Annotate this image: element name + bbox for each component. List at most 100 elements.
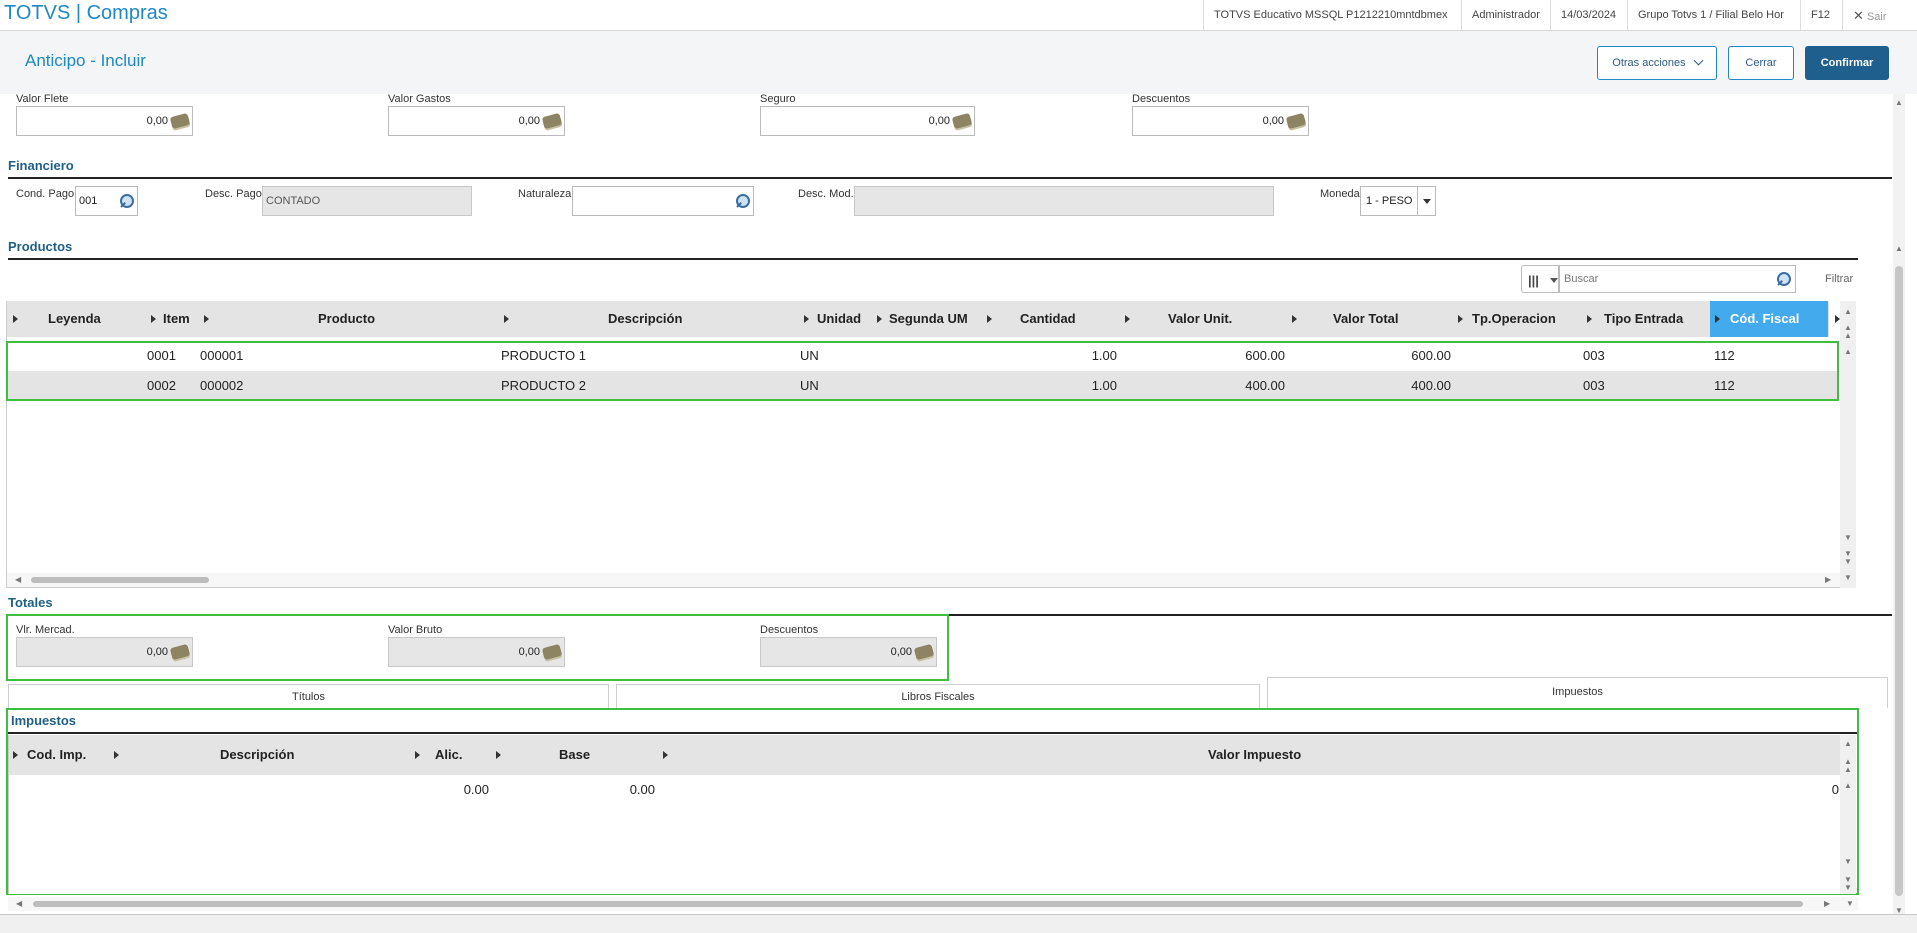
col-alic[interactable]: Alic. — [435, 735, 462, 775]
money-icon — [541, 112, 563, 130]
products-hscrollbar[interactable]: ◀ ▶ — [7, 573, 1841, 587]
sort-icon[interactable] — [1587, 315, 1592, 323]
col-producto[interactable]: Producto — [318, 301, 375, 337]
tab-impuestos[interactable]: Impuestos — [1267, 677, 1888, 708]
sort-icon[interactable] — [13, 751, 18, 759]
sort-icon[interactable] — [1125, 315, 1130, 323]
col-valor-impuesto[interactable]: Valor Impuesto — [1208, 735, 1301, 775]
sort-icon[interactable] — [415, 751, 420, 759]
sort-icon[interactable] — [1292, 315, 1297, 323]
naturaleza-label: Naturaleza — [518, 188, 572, 200]
col-cantidad[interactable]: Cantidad — [1020, 301, 1076, 337]
freight-field[interactable]: 0,00 — [16, 106, 193, 136]
insurance-label: Seguro — [760, 93, 796, 105]
columns-button[interactable]: ||| — [1521, 265, 1559, 293]
sort-icon[interactable] — [877, 315, 882, 323]
col-leyenda[interactable]: Leyenda — [48, 301, 101, 337]
branch-label[interactable]: Grupo Totvs 1 / Filial Belo Hor — [1627, 0, 1794, 31]
dropdown-icon[interactable] — [1417, 187, 1435, 215]
products-grid-header: Leyenda Item Producto Descripción Unidad… — [7, 301, 1840, 337]
col-valor-total[interactable]: Valor Total — [1333, 301, 1399, 337]
sort-icon — [1715, 315, 1720, 323]
col-item[interactable]: Item — [163, 301, 190, 337]
expenses-value: 0,00 — [518, 115, 540, 127]
tab-libros-fiscales[interactable]: Libros Fiscales — [616, 684, 1260, 708]
page-header: Anticipo - Incluir Otras acciones Cerrar… — [0, 31, 1917, 94]
sort-icon[interactable] — [496, 751, 501, 759]
filter-button[interactable]: Filtrar — [1825, 273, 1853, 285]
col-unidad[interactable]: Unidad — [817, 301, 861, 337]
sort-icon[interactable] — [13, 315, 18, 323]
cell-valor-impuesto: 0 — [1831, 782, 1839, 797]
col-base[interactable]: Base — [559, 735, 590, 775]
col-tipo-entrada[interactable]: Tipo Entrada — [1604, 301, 1683, 337]
col-cod-imp[interactable]: Cod. Imp. — [27, 735, 86, 775]
other-actions-button[interactable]: Otras acciones — [1597, 46, 1717, 80]
hscroll-thumb[interactable] — [33, 901, 1803, 907]
col-cod-fiscal-header[interactable]: Cód. Fiscal — [1710, 301, 1828, 337]
desc-mod-label: Desc. Mod. — [798, 188, 854, 200]
col-tp-operacion[interactable]: Tp.Operacion — [1472, 301, 1556, 337]
col-imp-descripcion[interactable]: Descripción — [220, 735, 294, 775]
exit-button[interactable]: ✕ Sair — [1842, 0, 1897, 31]
page-scrollbar[interactable]: ▲ ▲ ▼ — [1893, 94, 1905, 919]
vlr-mercad-field: 0,00 — [16, 637, 193, 667]
totales-descuentos-field: 0,00 — [760, 637, 937, 667]
expenses-field[interactable]: 0,00 — [388, 106, 565, 136]
freight-label: Valor Flete — [16, 93, 69, 105]
col-descripcion[interactable]: Descripción — [608, 301, 682, 337]
totales-descuentos-value: 0,00 — [890, 646, 912, 658]
impuestos-vscrollbar[interactable]: ▲ ▲ ▲ ▲ ▼ ▼ ▼ — [1840, 735, 1856, 894]
environment-label: TOTVS Educativo MSSQL P1212210mntdbmex — [1203, 0, 1458, 31]
cond-pago-field[interactable]: 001 — [75, 186, 138, 216]
cell-base: 0.00 — [629, 782, 655, 797]
page-scrollbar-thumb[interactable] — [1895, 266, 1903, 896]
bottom-frame — [0, 914, 1917, 933]
tab-titulos[interactable]: Títulos — [8, 684, 609, 708]
section-divider — [8, 177, 1892, 179]
search-icon[interactable] — [736, 194, 750, 208]
col-valor-unit[interactable]: Valor Unit. — [1168, 301, 1232, 337]
cond-pago-label: Cond. Pago — [16, 188, 75, 200]
insurance-field[interactable]: 0,00 — [760, 106, 975, 136]
productos-title: Productos — [8, 239, 73, 254]
expenses-label: Valor Gastos — [388, 93, 451, 105]
naturaleza-field[interactable] — [572, 186, 754, 216]
discounts-field[interactable]: 0,00 — [1132, 106, 1309, 136]
search-input[interactable]: Buscar — [1559, 265, 1796, 293]
money-icon — [169, 643, 191, 661]
other-actions-label: Otras acciones — [1612, 57, 1686, 69]
products-vscrollbar[interactable]: ▲ ▲ ▲ ▲ ▼ ▼ ▼ ▼ — [1840, 301, 1856, 588]
hscroll-thumb[interactable] — [31, 577, 209, 583]
user-label: Administrador — [1461, 0, 1550, 31]
sort-icon[interactable] — [204, 315, 209, 323]
sort-icon[interactable] — [504, 315, 509, 323]
discounts-label: Descuentos — [1132, 93, 1191, 105]
f12-shortcut[interactable]: F12 — [1800, 0, 1840, 31]
app-title: TOTVS | Compras — [4, 2, 168, 24]
table-row[interactable]: 0.00 0.00 0 — [9, 775, 1841, 805]
col-cod-fiscal: Cód. Fiscal — [1730, 311, 1800, 326]
impuestos-grid: Cod. Imp. Descripción Alic. Base Valor I… — [8, 735, 1841, 894]
sort-icon[interactable] — [1458, 315, 1463, 323]
sort-icon[interactable] — [804, 315, 809, 323]
moneda-value: 1 - PESO — [1366, 195, 1413, 207]
sort-icon[interactable] — [663, 751, 668, 759]
financiero-title: Financiero — [8, 158, 74, 173]
impuestos-hscrollbar[interactable]: ◀ ▶ ▼ — [8, 897, 1858, 911]
moneda-select[interactable]: 1 - PESO — [1360, 186, 1436, 216]
sort-icon[interactable] — [114, 751, 119, 759]
close-button[interactable]: Cerrar — [1728, 46, 1794, 80]
exit-label: Sair — [1866, 11, 1887, 23]
sort-icon[interactable] — [151, 315, 156, 323]
search-icon[interactable] — [120, 194, 134, 208]
vlr-mercad-value: 0,00 — [146, 646, 168, 658]
col-segunda-um[interactable]: Segunda UM — [889, 301, 968, 337]
vlr-mercad-label: Vlr. Mercad. — [16, 624, 75, 636]
search-icon[interactable] — [1777, 272, 1791, 286]
sort-icon[interactable] — [987, 315, 992, 323]
confirm-button[interactable]: Confirmar — [1805, 46, 1889, 80]
money-icon — [913, 643, 935, 661]
impuestos-title: Impuestos — [11, 713, 77, 728]
totales-descuentos-label: Descuentos — [760, 624, 819, 636]
